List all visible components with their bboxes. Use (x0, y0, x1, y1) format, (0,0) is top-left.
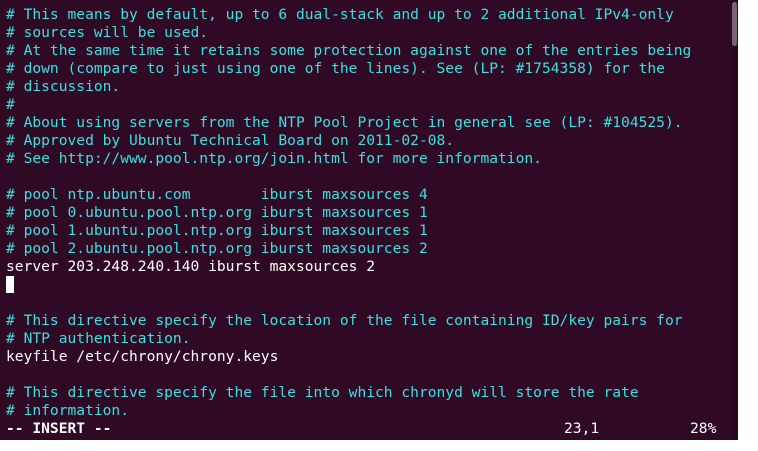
comment-line: # pool 2.ubuntu.pool.ntp.org iburst maxs… (6, 240, 691, 258)
line-text: # pool 0.ubuntu.pool.ntp.org iburst maxs… (6, 204, 428, 221)
line-text: server 203.248.240.140 iburst maxsources… (6, 258, 376, 275)
mode-indicator: -- INSERT -- (6, 420, 112, 437)
line-text: # pool 1.ubuntu.pool.ntp.org iburst maxs… (6, 222, 428, 239)
comment-line: # See http://www.pool.ntp.org/join.html … (6, 150, 691, 168)
line-text: # sources will be used. (6, 24, 209, 41)
code-line: keyfile /etc/chrony/chrony.keys (6, 348, 691, 366)
line-text: # Approved by Ubuntu Technical Board on … (6, 132, 455, 149)
comment-line: # discussion. (6, 78, 691, 96)
line-text: # At the same time it retains some prote… (6, 42, 692, 59)
comment-line: # pool ntp.ubuntu.com iburst maxsources … (6, 186, 691, 204)
line-text: # pool 2.ubuntu.pool.ntp.org iburst maxs… (6, 240, 428, 257)
line-text: # See http://www.pool.ntp.org/join.html … (6, 150, 542, 167)
comment-line: # This directive specify the file into w… (6, 384, 691, 402)
cursor-line (6, 276, 691, 294)
scrollbar-thumb[interactable] (732, 2, 737, 46)
line-text: # discussion. (6, 78, 121, 95)
terminal-window[interactable]: # This means by default, up to 6 dual-st… (0, 0, 738, 440)
line-text: # down (compare to just using one of the… (6, 60, 665, 77)
line-text: # NTP authentication. (6, 330, 191, 347)
comment-line: # This means by default, up to 6 dual-st… (6, 6, 691, 24)
line-text: # This directive specify the location of… (6, 312, 683, 329)
terminal-scrollbar[interactable] (731, 0, 738, 440)
line-text: keyfile /etc/chrony/chrony.keys (6, 348, 279, 365)
vim-status-line: -- INSERT -- 23,1 28% (6, 420, 731, 438)
comment-line: # About using servers from the NTP Pool … (6, 114, 691, 132)
window-edge-right (738, 0, 758, 451)
line-text: # This means by default, up to 6 dual-st… (6, 6, 674, 23)
comment-line: # information. (6, 402, 691, 420)
line-text: # information. (6, 402, 130, 419)
comment-line: # This directive specify the location of… (6, 312, 691, 330)
line-text: # About using servers from the NTP Pool … (6, 114, 683, 131)
comment-line: # pool 0.ubuntu.pool.ntp.org iburst maxs… (6, 204, 691, 222)
comment-line: # Approved by Ubuntu Technical Board on … (6, 132, 691, 150)
vim-editor-buffer[interactable]: # This means by default, up to 6 dual-st… (6, 6, 691, 420)
line-text: # This directive specify the file into w… (6, 384, 639, 401)
comment-line: # NTP authentication. (6, 330, 691, 348)
window-edge-bottom (0, 440, 738, 451)
line-text: # (6, 96, 15, 113)
comment-line: # sources will be used. (6, 24, 691, 42)
code-line: server 203.248.240.140 iburst maxsources… (6, 258, 691, 276)
comment-line: # pool 1.ubuntu.pool.ntp.org iburst maxs… (6, 222, 691, 240)
line-text: # pool ntp.ubuntu.com iburst maxsources … (6, 186, 428, 203)
scroll-percent: 28% (690, 420, 717, 437)
comment-line: # At the same time it retains some prote… (6, 42, 691, 60)
comment-line: # down (compare to just using one of the… (6, 60, 691, 78)
text-cursor (6, 276, 14, 293)
cursor-position: 23,1 (564, 420, 600, 437)
comment-line: # (6, 96, 691, 114)
